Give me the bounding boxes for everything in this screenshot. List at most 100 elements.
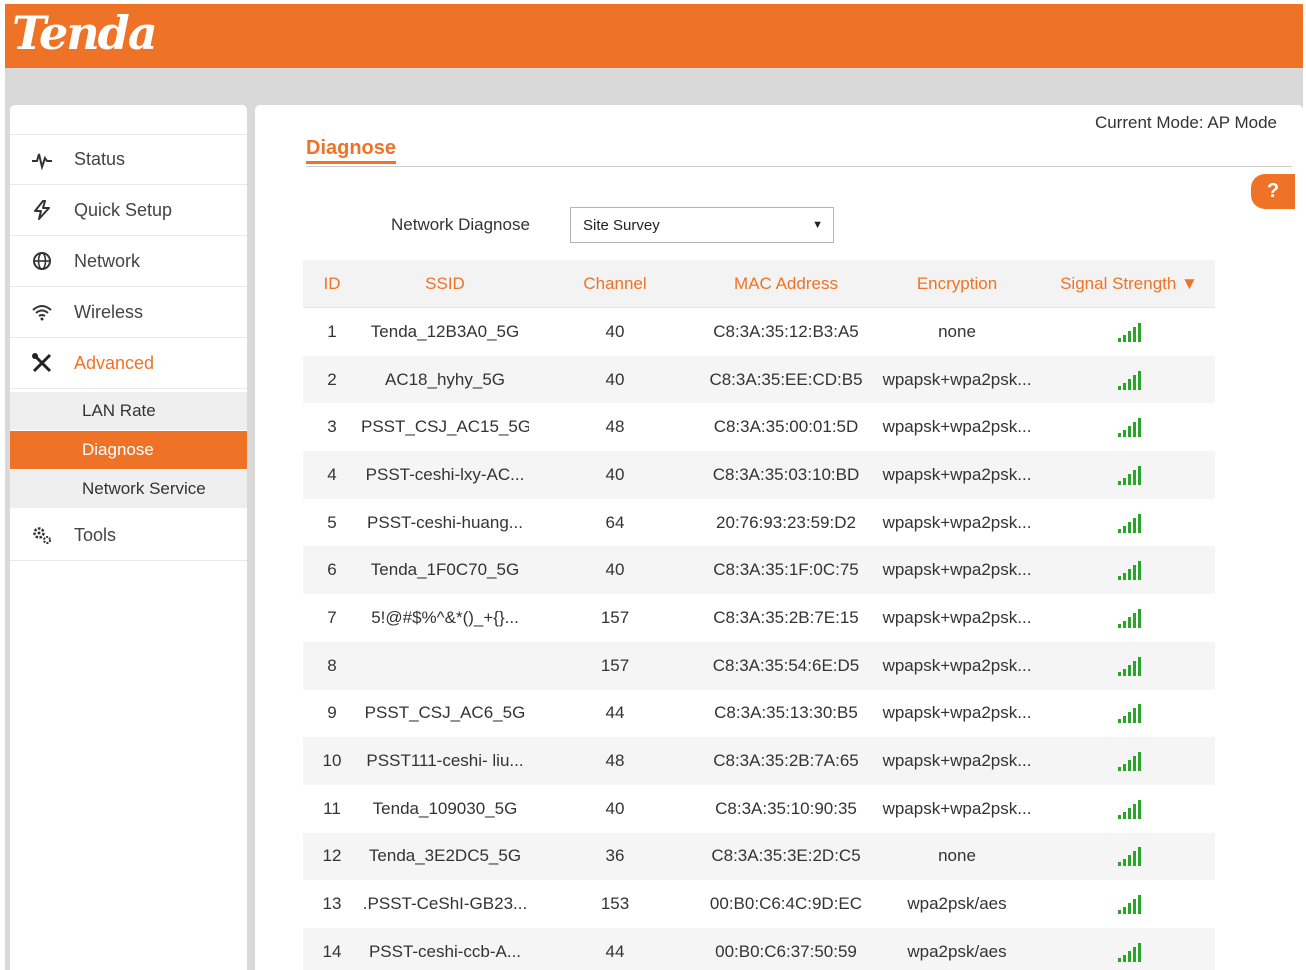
wifi-icon — [10, 303, 74, 321]
signal-bars-icon — [1117, 799, 1141, 819]
cell-id: 3 — [327, 417, 337, 437]
table-row: 12 Tenda_3E2DC5_5G 36 C8:3A:35:3E:2D:C5 none — [303, 832, 1215, 881]
current-mode-text: Current Mode: AP Mode — [1094, 113, 1277, 132]
cell-signal — [1043, 894, 1215, 915]
cell-id: 8 — [327, 655, 337, 675]
signal-bars-icon — [1117, 894, 1141, 915]
table-row: 8 157 C8:3A:35:54:6E:D5 wpapsk+wpa2psk... — [303, 641, 1215, 690]
top-header-bar: Tenda — [5, 4, 1303, 68]
sidebar-item-quick-setup[interactable]: Quick Setup — [10, 185, 247, 236]
main-panel: Current Mode: AP Mode Diagnose ? Network… — [255, 105, 1303, 970]
signal-bars-icon — [1117, 751, 1141, 772]
cell-channel: 40 — [605, 369, 625, 389]
cell-mac: C8:3A:35:54:6E:D5 — [712, 655, 860, 675]
sidebar-item-label: Quick Setup — [74, 199, 173, 220]
signal-bars-icon — [1117, 465, 1141, 485]
cell-mac: C8:3A:35:00:01:5D — [713, 417, 859, 437]
header-id: ID — [323, 273, 341, 293]
cell-encryption: wpa2psk/aes — [907, 894, 1007, 914]
sidebar-item-status[interactable]: Status — [10, 134, 247, 185]
help-button[interactable]: ? — [1251, 174, 1295, 209]
sidebar-item-tools[interactable]: Tools — [10, 510, 247, 561]
signal-bars-icon — [1117, 513, 1141, 533]
header-encryption: Encryption — [916, 273, 998, 293]
table-header: ID SSID Channel MAC Address Encryption S… — [303, 260, 1215, 308]
cell-signal — [1043, 465, 1215, 485]
sidebar-subitem-lan-rate[interactable]: LAN Rate — [10, 392, 247, 430]
sidebar-item-wireless[interactable]: Wireless — [10, 287, 247, 338]
title-divider — [306, 166, 1292, 167]
header-channel: Channel — [583, 273, 647, 293]
cell-ssid: PSST-ceshi-lxy-AC... — [365, 464, 525, 484]
cell-ssid: Tenda_3E2DC5_5G — [368, 846, 522, 866]
cell-ssid: PSST-ceshi-huang... — [367, 512, 523, 532]
cell-encryption: wpapsk+wpa2psk... — [882, 751, 1032, 771]
network-diagnose-label: Network Diagnose — [391, 215, 530, 234]
cell-encryption: wpapsk+wpa2psk... — [882, 655, 1032, 675]
cell-signal — [1043, 751, 1215, 772]
gears-icon — [10, 525, 74, 545]
sidebar-item-label: Tools — [74, 524, 117, 545]
cell-encryption: wpapsk+wpa2psk... — [882, 560, 1032, 580]
sidebar-subitem-network-service[interactable]: Network Service — [10, 470, 247, 508]
tenda-logo[interactable]: Tenda — [12, 6, 158, 60]
cell-signal — [1043, 370, 1215, 390]
cell-ssid: 5!@#$%^&*()_+{}... — [371, 607, 519, 627]
cell-encryption: wpapsk+wpa2psk... — [882, 417, 1032, 437]
chevron-down-icon: ▼ — [812, 219, 823, 231]
lightning-icon — [10, 200, 74, 220]
cell-ssid: PSST_CSJ_AC6_5G — [364, 703, 526, 723]
cell-id: 14 — [322, 941, 342, 961]
network-diagnose-select[interactable]: Site Survey ▼ — [570, 207, 834, 243]
cell-channel: 44 — [605, 941, 625, 961]
cell-channel: 44 — [605, 703, 625, 723]
cell-channel: 40 — [605, 321, 625, 341]
cell-signal — [1043, 703, 1215, 724]
cell-channel: 36 — [605, 846, 625, 866]
cell-id: 2 — [327, 369, 337, 389]
cell-ssid: Tenda_1F0C70_5G — [370, 560, 520, 580]
sidebar-item-label: Network — [74, 250, 141, 271]
cell-channel: 157 — [600, 655, 630, 675]
cell-encryption: wpapsk+wpa2psk... — [882, 512, 1032, 532]
cell-signal — [1043, 846, 1215, 867]
signal-bars-icon — [1117, 560, 1141, 581]
sidebar-subitem-diagnose[interactable]: Diagnose — [10, 431, 247, 469]
table-row: 4 PSST-ceshi-lxy-AC... 40 C8:3A:35:03:10:BD… — [303, 451, 1215, 499]
cell-encryption: none — [938, 846, 976, 866]
signal-bars-icon — [1117, 608, 1141, 628]
cell-encryption: wpapsk+wpa2psk... — [882, 798, 1032, 818]
cell-mac: C8:3A:35:12:B3:A5 — [713, 321, 859, 341]
signal-bars-icon — [1117, 322, 1141, 342]
cell-signal — [1043, 417, 1215, 438]
signal-bars-icon — [1117, 656, 1141, 676]
cell-signal — [1043, 608, 1215, 628]
sidebar-item-advanced[interactable]: Advanced — [10, 338, 247, 389]
header-mac: MAC Address — [734, 273, 838, 293]
table-body: 1 Tenda_12B3A0_5G 40 C8:3A:35:12:B3:A5 none 2… — [303, 308, 1215, 970]
cell-signal — [1043, 942, 1215, 962]
header-signal-strength[interactable]: Signal Strength ▼ — [1043, 274, 1215, 294]
cell-id: 5 — [327, 512, 337, 532]
cell-mac: C8:3A:35:13:30:B5 — [714, 703, 858, 723]
signal-bars-icon — [1117, 703, 1141, 724]
cell-id: 9 — [327, 703, 337, 723]
cell-id: 7 — [327, 607, 337, 627]
cell-mac: 00:B0:C6:4C:9D:EC — [709, 894, 863, 914]
sidebar-item-network[interactable]: Network — [10, 236, 247, 287]
cell-encryption: wpapsk+wpa2psk... — [882, 607, 1032, 627]
cell-channel: 40 — [605, 798, 625, 818]
table-row: 6 Tenda_1F0C70_5G 40 C8:3A:35:1F:0C:75 wpaps… — [303, 546, 1215, 595]
cell-ssid: AC18_hyhy_5G — [384, 369, 506, 389]
table-row: 2 AC18_hyhy_5G 40 C8:3A:35:EE:CD:B5 wpapsk+w… — [303, 355, 1215, 404]
site-survey-table: ID SSID Channel MAC Address Encryption S… — [303, 260, 1215, 970]
cell-signal — [1043, 322, 1215, 342]
cell-channel: 153 — [600, 894, 630, 914]
table-row: 1 Tenda_12B3A0_5G 40 C8:3A:35:12:B3:A5 none — [303, 308, 1215, 356]
sidebar-item-label: Advanced — [74, 352, 155, 373]
signal-bars-icon — [1117, 942, 1141, 962]
cell-id: 10 — [322, 751, 342, 771]
cell-channel: 40 — [605, 464, 625, 484]
cell-encryption: wpapsk+wpa2psk... — [882, 369, 1032, 389]
cell-encryption: none — [938, 321, 976, 341]
